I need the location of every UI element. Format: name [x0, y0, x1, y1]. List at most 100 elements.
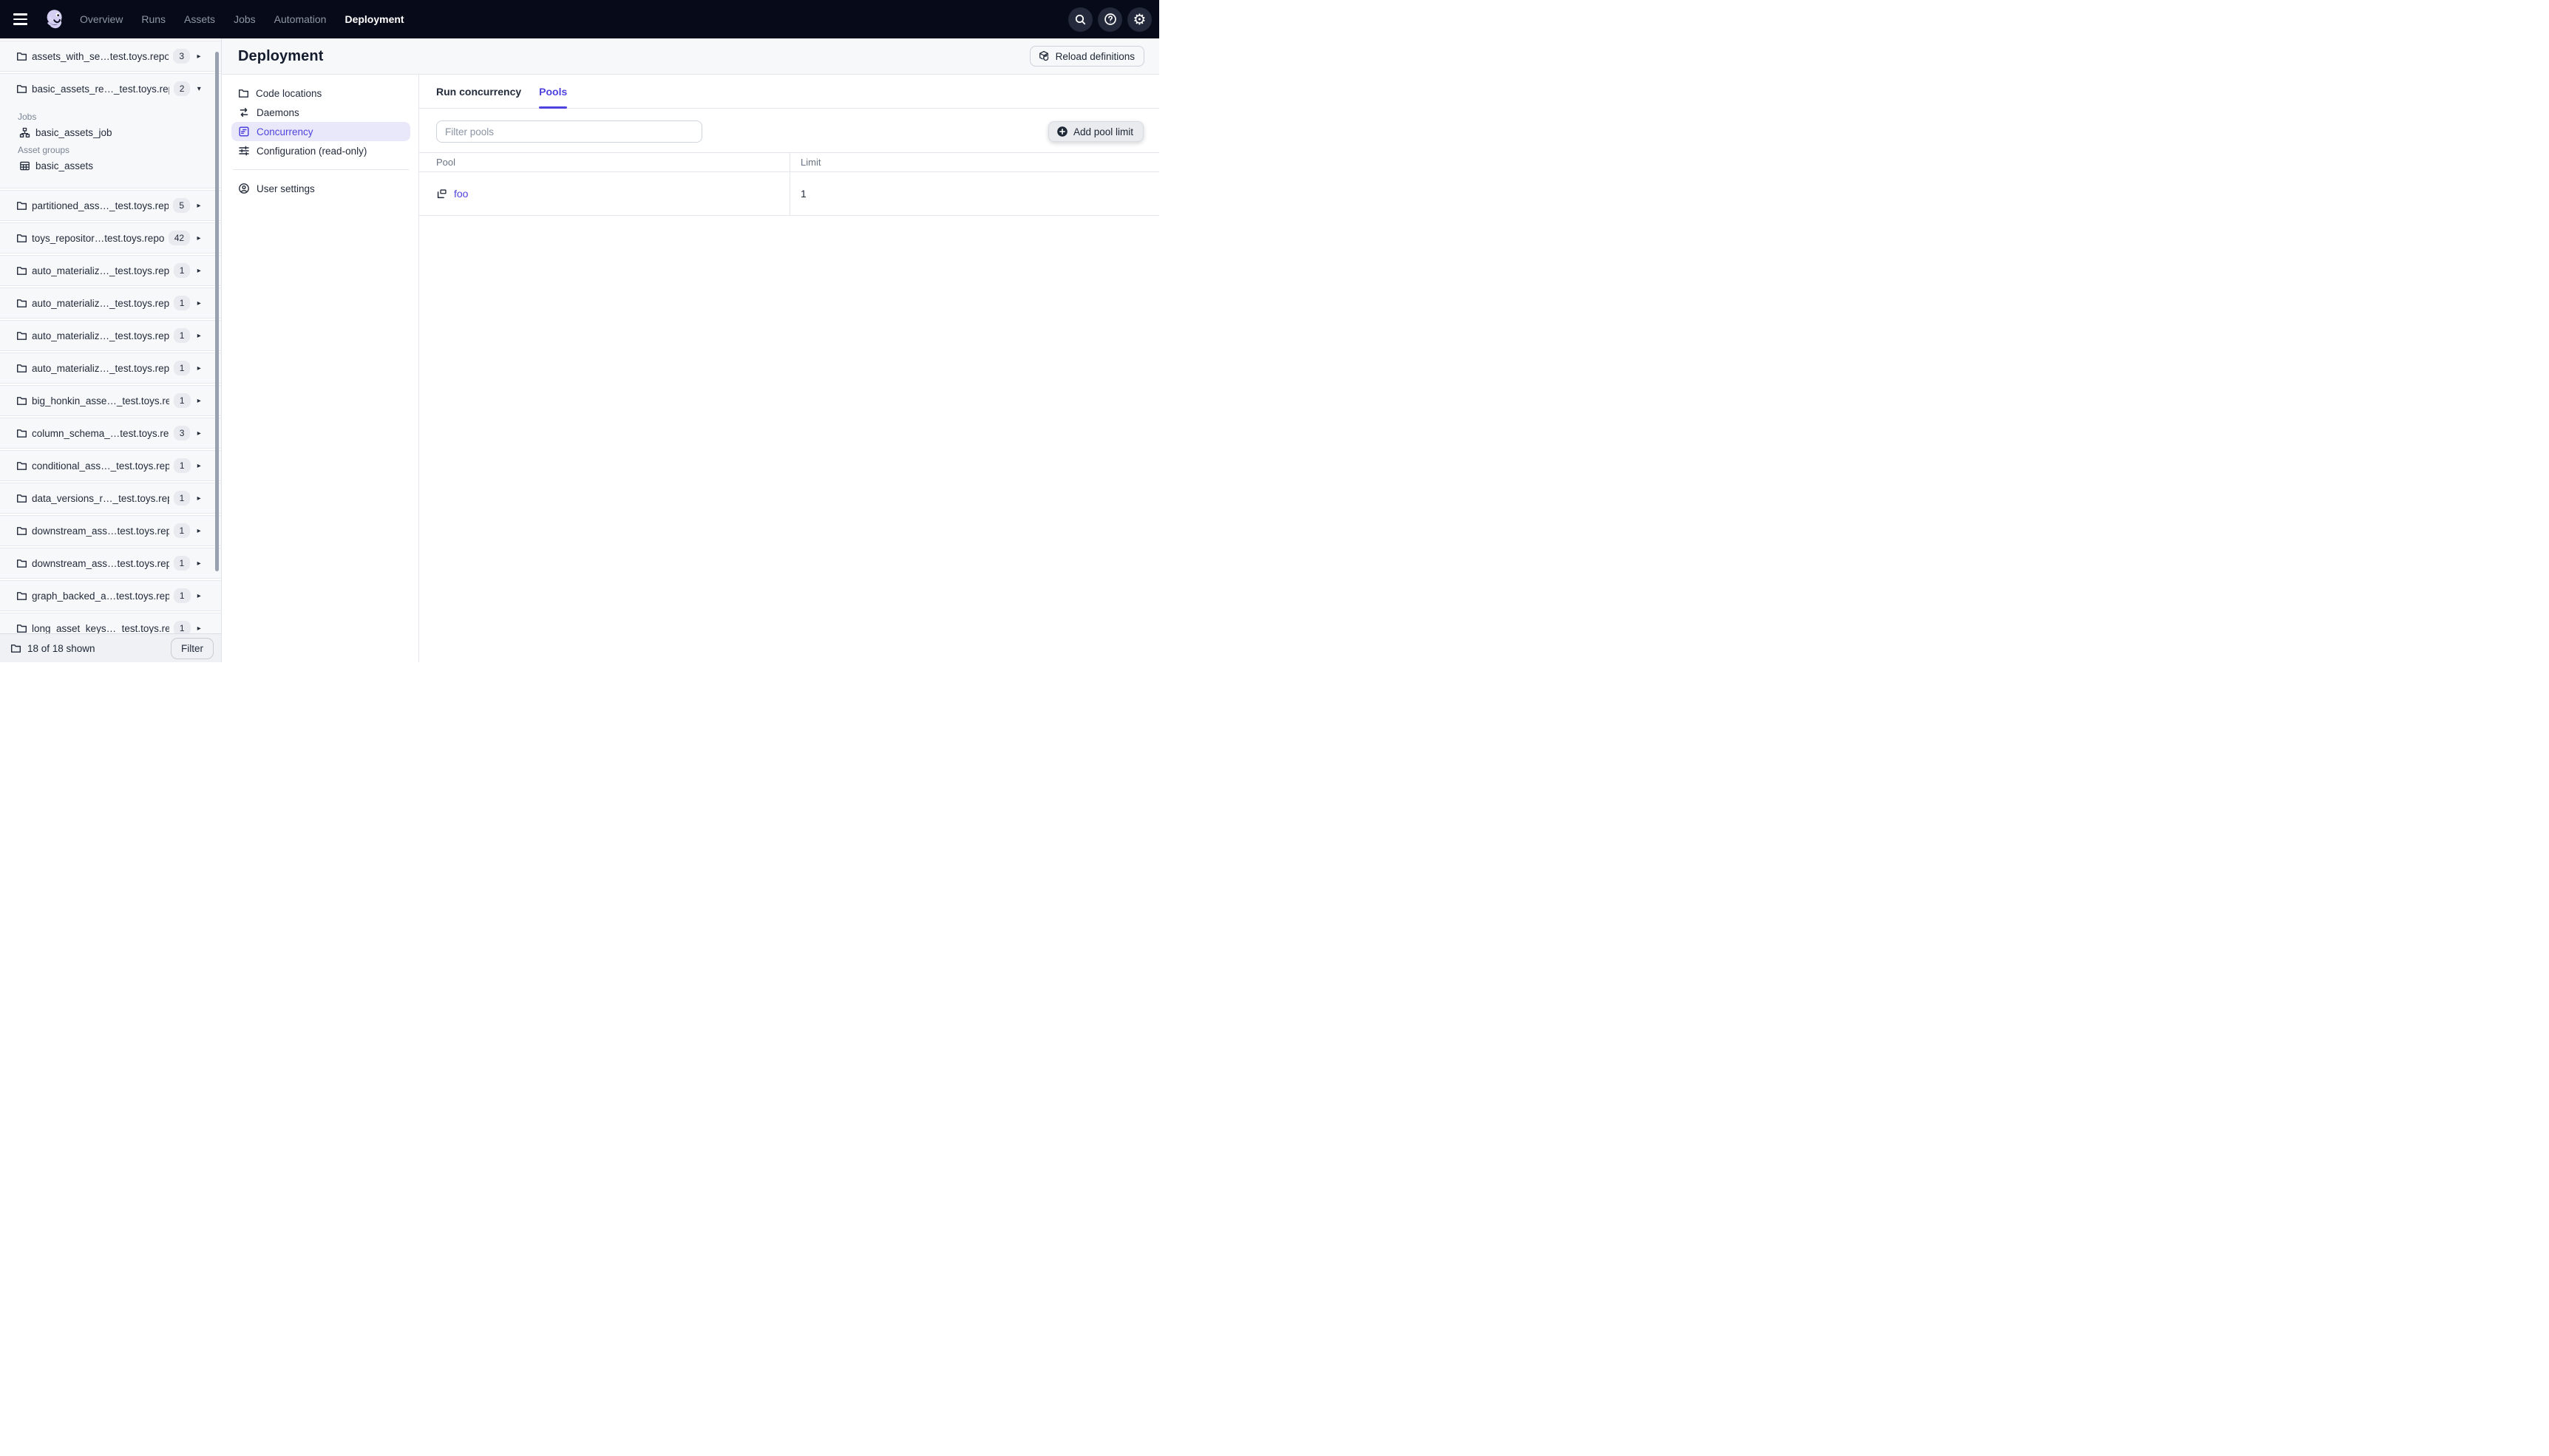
sidebar-scrollbar[interactable] — [215, 52, 219, 571]
code-location-name: graph_backed_a…test.toys.repo — [32, 590, 169, 602]
dagster-app: Overview Runs Assets Jobs Automation Deployme… — [0, 0, 1159, 662]
chevron-right-icon[interactable]: ▸ — [195, 462, 203, 470]
nav-item-label: Code locations — [256, 87, 322, 99]
tab-pools[interactable]: Pools — [539, 75, 568, 109]
dagster-logo-icon[interactable] — [43, 7, 67, 31]
asset-count-badge: 1 — [173, 458, 191, 473]
code-location-name: basic_assets_re…_test.toys.rep — [32, 83, 169, 95]
code-location-row[interactable]: graph_backed_a…test.toys.repo 1 ▸ — [0, 581, 221, 610]
code-location-group: partitioned_ass…_test.toys.rep 5 ▸ — [0, 190, 221, 221]
folder-icon — [16, 298, 27, 309]
sidebar-footer: 18 of 18 shown Filter — [0, 633, 221, 662]
folder-icon — [16, 460, 27, 472]
chevron-right-icon[interactable]: ▸ — [195, 592, 203, 600]
code-location-row[interactable]: auto_materializ…_test.toys.repo 1 ▸ — [0, 321, 221, 350]
chevron-right-icon[interactable]: ▸ — [194, 299, 203, 307]
chevron-down-icon[interactable]: ▾ — [194, 85, 203, 93]
topnav-item-deployment[interactable]: Deployment — [342, 9, 407, 30]
chevron-right-icon[interactable]: ▸ — [194, 267, 203, 275]
chevron-right-icon[interactable]: ▸ — [194, 234, 203, 242]
chevron-right-icon[interactable]: ▸ — [194, 52, 203, 61]
asset-count-badge: 1 — [173, 296, 191, 310]
code-location-group: assets_with_se…test.toys.repo 3 ▸ — [0, 41, 221, 72]
code-location-row[interactable]: downstream_ass…test.toys.rep 1 ▸ — [0, 548, 221, 578]
chevron-right-icon[interactable]: ▸ — [194, 429, 203, 438]
code-location-row[interactable]: downstream_ass…test.toys.rep 1 ▸ — [0, 516, 221, 545]
chevron-right-icon[interactable]: ▸ — [194, 332, 203, 340]
filter-button[interactable]: Filter — [171, 637, 214, 659]
nav-item-user-settings[interactable]: User settings — [231, 179, 410, 198]
topnav-item-overview[interactable]: Overview — [77, 9, 126, 30]
concurrency-tabs: Run concurrency Pools — [419, 75, 1159, 109]
code-location-row[interactable]: conditional_ass…_test.toys.repo 1 ▸ — [0, 451, 221, 480]
code-location-group: auto_materializ…_test.toys.repo 1 ▸ — [0, 255, 221, 286]
folder-icon — [16, 493, 27, 504]
code-location-row[interactable]: auto_materializ…_test.toys.repo 1 ▸ — [0, 353, 221, 383]
asset-count-badge: 1 — [173, 263, 191, 278]
add-pool-limit-button[interactable]: Add pool limit — [1048, 121, 1144, 142]
tab-run-concurrency[interactable]: Run concurrency — [436, 75, 521, 108]
job-item[interactable]: basic_assets_job — [19, 127, 221, 138]
pool-cell: foo — [419, 172, 790, 215]
code-location-row[interactable]: data_versions_r…_test.toys.rep 1 ▸ — [0, 483, 221, 513]
code-location-name: auto_materializ…_test.toys.repo — [32, 362, 169, 374]
chevron-right-icon[interactable]: ▸ — [194, 364, 203, 372]
folder-icon — [16, 623, 27, 634]
help-icon[interactable] — [1098, 7, 1122, 32]
folder-icon — [16, 395, 27, 406]
chevron-right-icon[interactable]: ▸ — [195, 625, 203, 633]
folder-icon — [16, 84, 27, 95]
code-location-row[interactable]: auto_materializ…_test.toys.repo 1 ▸ — [0, 288, 221, 318]
locations-shown-summary: 18 of 18 shown — [27, 642, 95, 654]
chevron-right-icon[interactable]: ▸ — [194, 202, 203, 210]
pool-link[interactable]: foo — [454, 188, 468, 200]
nav-item-concurrency[interactable]: Concurrency — [231, 122, 410, 141]
asset-count-badge: 1 — [173, 491, 191, 506]
nav-item-daemons[interactable]: Daemons — [231, 103, 410, 122]
chevron-right-icon[interactable]: ▸ — [194, 559, 203, 568]
gear-icon[interactable]: ⚙ — [1127, 7, 1152, 32]
topnav-links: Overview Runs Assets Jobs Automation Deployme… — [77, 9, 407, 30]
nav-item-configuration-read-only[interactable]: Configuration (read-only) — [231, 141, 410, 160]
code-location-group: downstream_ass…test.toys.rep 1 ▸ — [0, 548, 221, 579]
code-location-group: big_honkin_asse…_test.toys.rep 1 ▸ — [0, 385, 221, 416]
code-location-row[interactable]: toys_repositor…test.toys.repo 42 ▸ — [0, 223, 221, 253]
column-header-limit: Limit — [790, 153, 1159, 171]
code-location-row[interactable]: big_honkin_asse…_test.toys.rep 1 ▸ — [0, 386, 221, 415]
code-location-group: basic_assets_re…_test.toys.rep 2 ▾ Jobs basi… — [0, 73, 221, 188]
topnav-item-assets[interactable]: Assets — [181, 9, 218, 30]
pools-toolbar: Add pool limit — [419, 109, 1159, 152]
page-header: Deployment Reload definitions — [222, 38, 1159, 75]
code-location-row[interactable]: column_schema_…test.toys.rep 3 ▸ — [0, 418, 221, 448]
chevron-right-icon[interactable]: ▸ — [194, 494, 203, 503]
nav-item-code-locations[interactable]: Code locations — [231, 84, 410, 103]
chevron-right-icon[interactable]: ▸ — [194, 527, 203, 535]
nav-divider — [233, 169, 409, 170]
code-location-group: auto_materializ…_test.toys.repo 1 ▸ — [0, 320, 221, 351]
asset-group-item[interactable]: basic_assets — [19, 160, 221, 171]
hamburger-menu-icon[interactable] — [9, 5, 37, 33]
topnav-item-runs[interactable]: Runs — [138, 9, 169, 30]
asset-count-badge: 5 — [173, 198, 191, 213]
code-location-row[interactable]: auto_materializ…_test.toys.repo 1 ▸ — [0, 256, 221, 285]
code-location-group: downstream_ass…test.toys.rep 1 ▸ — [0, 515, 221, 546]
reload-definitions-button[interactable]: Reload definitions — [1029, 46, 1144, 67]
code-location-row[interactable]: partitioned_ass…_test.toys.rep 5 ▸ — [0, 191, 221, 220]
section-label: Asset groups — [18, 145, 70, 155]
topnav-item-jobs[interactable]: Jobs — [231, 9, 259, 30]
search-icon[interactable] — [1068, 7, 1093, 32]
topnav-item-automation[interactable]: Automation — [271, 9, 330, 30]
code-location-group: toys_repositor…test.toys.repo 42 ▸ — [0, 222, 221, 254]
topnav-right-actions: ⚙ — [1068, 7, 1152, 32]
table-row: foo 1 — [419, 172, 1159, 216]
chevron-right-icon[interactable]: ▸ — [195, 397, 203, 405]
nav-item-label: Daemons — [257, 106, 299, 118]
code-location-group: auto_materializ…_test.toys.repo 1 ▸ — [0, 288, 221, 319]
code-location-row[interactable]: basic_assets_re…_test.toys.rep 2 ▾ — [0, 74, 221, 103]
code-location-name: partitioned_ass…_test.toys.rep — [32, 200, 169, 211]
filter-pools-input[interactable] — [436, 120, 702, 143]
code-location-row[interactable]: assets_with_se…test.toys.repo 3 ▸ — [0, 41, 221, 71]
pools-table-body: foo 1 — [419, 172, 1159, 216]
code-location-group: conditional_ass…_test.toys.repo 1 ▸ — [0, 450, 221, 481]
code-location-name: conditional_ass…_test.toys.repo — [32, 460, 169, 472]
